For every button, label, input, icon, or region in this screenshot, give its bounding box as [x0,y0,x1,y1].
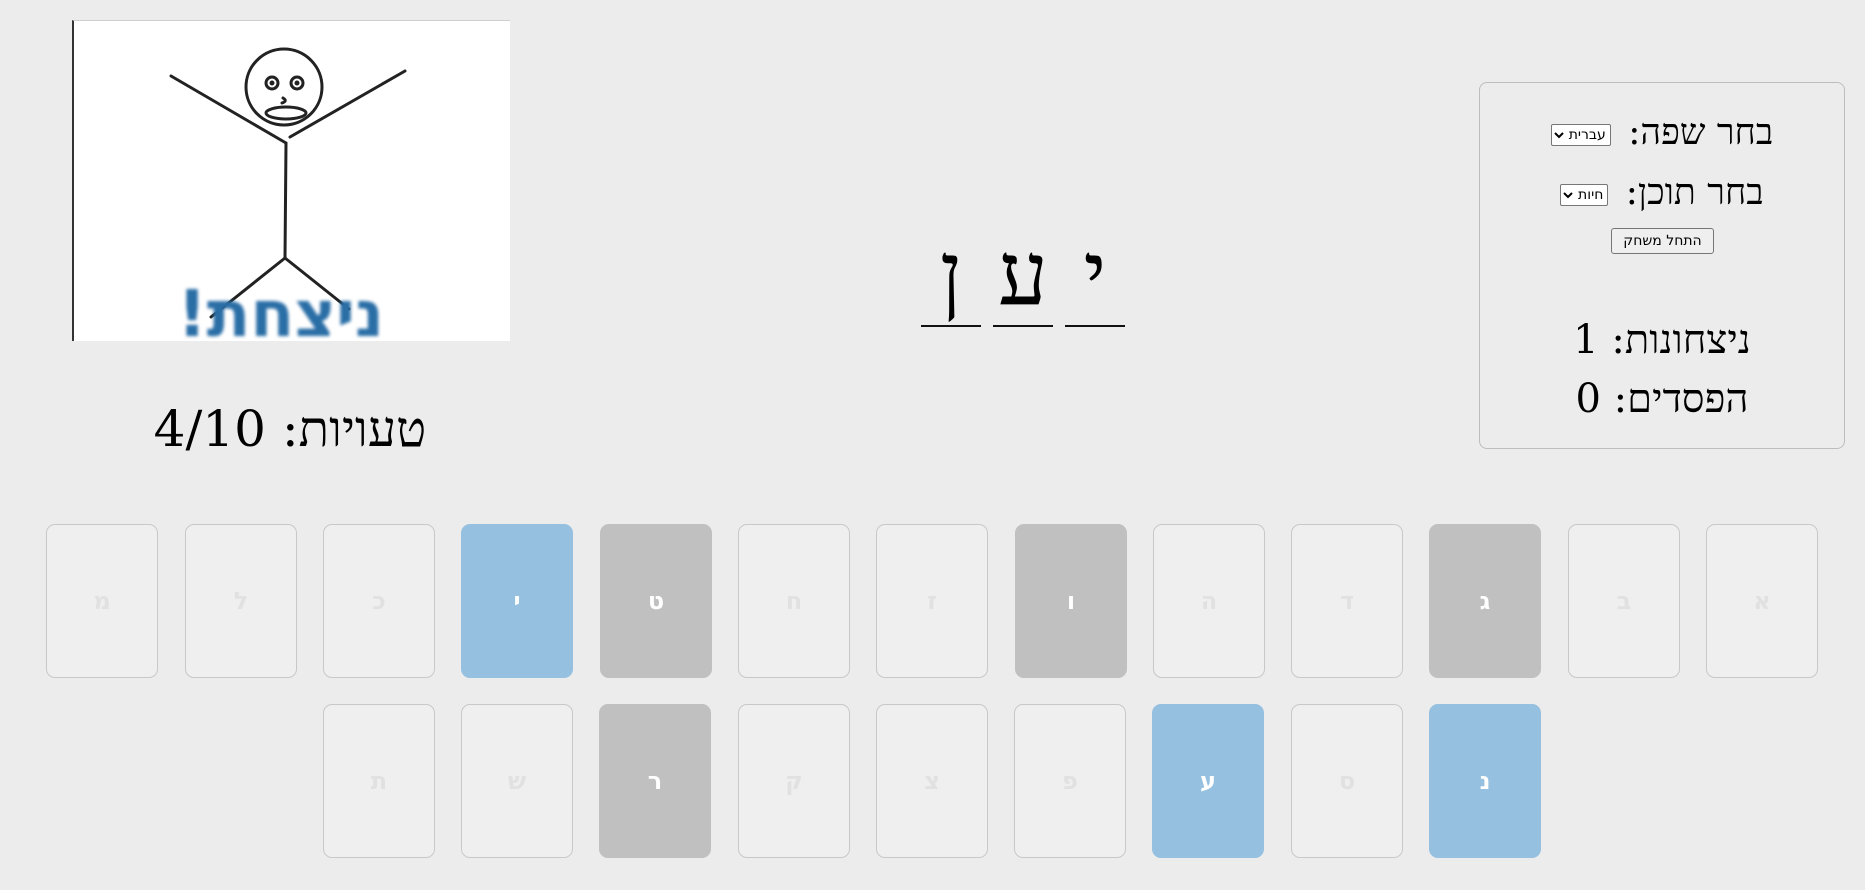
letter-key[interactable]: ו [1015,524,1127,678]
letter-key[interactable]: ר [599,704,711,858]
language-row: בחר שפה: עברית [1480,111,1844,155]
letter-key[interactable]: ג [1429,524,1541,678]
letter-key[interactable]: ק [738,704,850,858]
word-letter-slot: י [1065,225,1125,327]
letter-key[interactable]: ת [323,704,435,858]
hangman-image: ניצחת! [72,20,510,341]
letter-key[interactable]: ח [738,524,850,678]
letter-key[interactable]: י [461,524,573,678]
letter-key[interactable]: פ [1014,704,1126,858]
letter-key[interactable]: ד [1291,524,1403,678]
letter-key[interactable]: כ [323,524,435,678]
letter-key[interactable]: ש [461,704,573,858]
letter-key[interactable]: ס [1291,704,1403,858]
word-display: י ע ן [915,225,1125,335]
content-row: בחר תוכן: חיות [1480,171,1844,215]
letter-key[interactable]: א [1706,524,1818,678]
letter-key[interactable]: נ [1429,704,1541,858]
letter-key[interactable]: ע [1152,704,1264,858]
language-select[interactable]: עברית [1550,124,1611,146]
settings-panel: בחר שפה: עברית בחר תוכן: חיות התחל משחק … [1479,82,1845,449]
letter-key[interactable]: צ [876,704,988,858]
start-game-button[interactable]: התחל משחק [1611,228,1714,254]
losses-counter: הפסדים: 0 [1575,376,1749,422]
letter-key[interactable]: ב [1568,524,1680,678]
language-label: בחר שפה: [1628,112,1774,153]
letter-key[interactable]: ז [876,524,988,678]
content-label: בחר תוכן: [1625,172,1764,213]
word-letter-slot: ן [921,225,981,327]
win-message: ניצחת! [177,278,385,341]
wins-counter: ניצחונות: 1 [1573,317,1751,363]
letter-key[interactable]: מ [46,524,158,678]
letter-key[interactable]: ה [1153,524,1265,678]
letter-key[interactable]: ל [185,524,297,678]
word-letter-slot: ע [993,225,1053,327]
letter-key[interactable]: ט [600,524,712,678]
content-select[interactable]: חיות [1560,184,1609,206]
mistakes-counter: טעויות: 4/10 [153,400,427,458]
